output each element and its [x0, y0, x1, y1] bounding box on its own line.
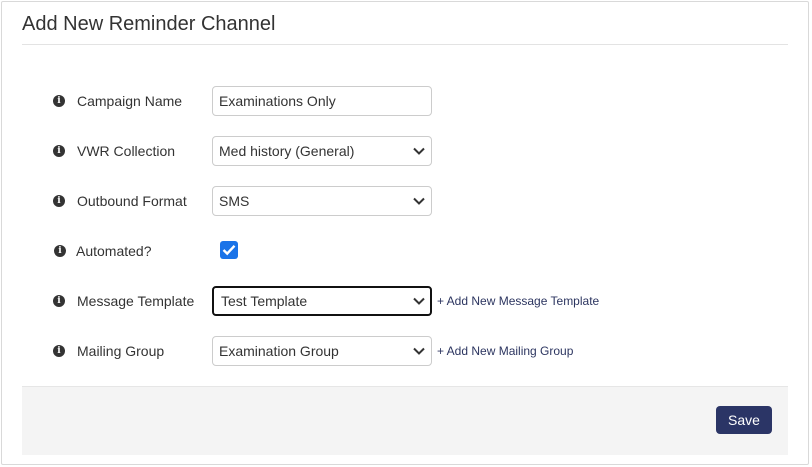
- info-icon: i: [53, 195, 65, 207]
- campaign-name-input[interactable]: Examinations Only: [212, 86, 432, 116]
- outbound-format-label: Outbound Format: [77, 193, 187, 209]
- outbound-format-select[interactable]: SMS: [212, 186, 432, 216]
- add-mailing-group-link[interactable]: + Add New Mailing Group: [437, 344, 573, 358]
- mailing-group-value: Examination Group: [219, 343, 339, 359]
- title-divider: [22, 44, 788, 45]
- automated-label: Automated?: [76, 243, 152, 259]
- chevron-down-icon: [413, 147, 425, 155]
- add-message-template-link[interactable]: + Add New Message Template: [437, 294, 599, 308]
- campaign-name-row: i Campaign Name Examinations Only: [2, 86, 808, 116]
- mailing-group-select[interactable]: Examination Group: [212, 336, 432, 366]
- checkmark-icon: [222, 244, 236, 256]
- vwr-collection-value: Med history (General): [219, 143, 355, 159]
- vwr-collection-select[interactable]: Med history (General): [212, 136, 432, 166]
- info-icon: i: [53, 145, 65, 157]
- chevron-down-icon: [413, 197, 425, 205]
- message-template-label: Message Template: [77, 293, 195, 309]
- info-icon: i: [54, 245, 66, 257]
- chevron-down-icon: [413, 347, 425, 355]
- automated-checkbox[interactable]: [220, 241, 238, 259]
- campaign-name-label: Campaign Name: [77, 93, 183, 109]
- message-template-row: i Message Template Test Template + Add N…: [2, 286, 808, 316]
- save-button[interactable]: Save: [716, 406, 772, 434]
- mailing-group-label: Mailing Group: [77, 343, 165, 359]
- mailing-group-row: i Mailing Group Examination Group + Add …: [2, 336, 808, 366]
- outbound-format-value: SMS: [219, 193, 250, 209]
- panel-title: Add New Reminder Channel: [22, 13, 276, 35]
- info-icon: i: [53, 345, 65, 357]
- info-icon: i: [53, 295, 65, 307]
- message-template-value: Test Template: [221, 293, 308, 309]
- campaign-name-value: Examinations Only: [219, 93, 336, 109]
- vwr-collection-label: VWR Collection: [77, 143, 176, 159]
- form-footer: Save: [22, 386, 788, 455]
- message-template-select[interactable]: Test Template: [212, 286, 432, 316]
- chevron-down-icon: [413, 297, 425, 305]
- vwr-collection-row: i VWR Collection Med history (General): [2, 136, 808, 166]
- outbound-format-row: i Outbound Format SMS: [2, 186, 808, 216]
- info-icon: i: [53, 95, 65, 107]
- automated-row: i Automated?: [2, 236, 808, 266]
- reminder-channel-panel: Add New Reminder Channel i Campaign Name…: [1, 1, 809, 465]
